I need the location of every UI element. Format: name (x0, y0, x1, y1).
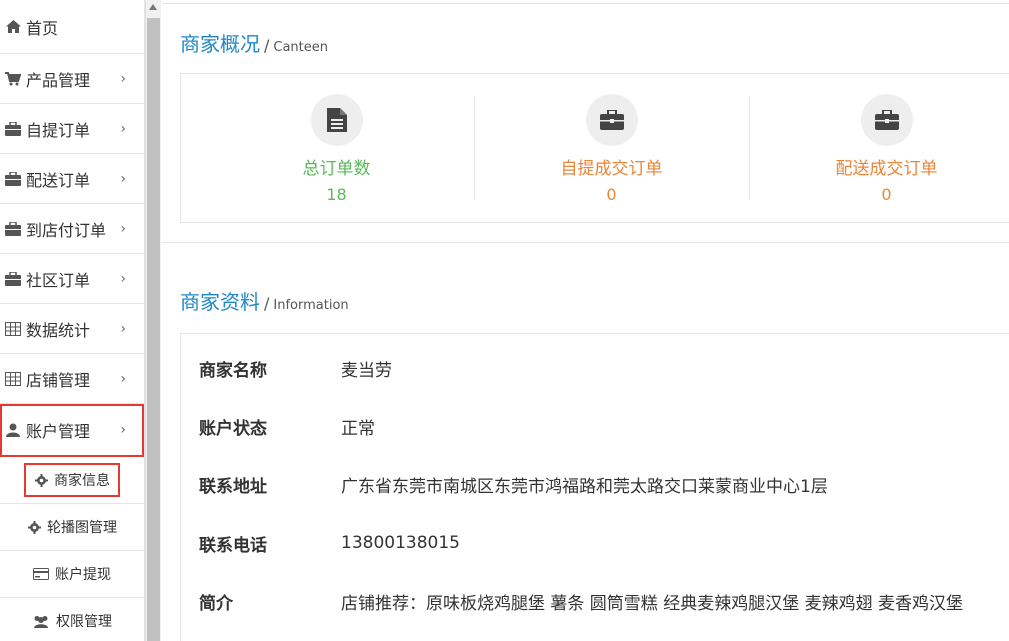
sidebar-item-community-orders[interactable]: 社区订单 › (0, 254, 144, 304)
sidebar-item-label: 数据统计 (26, 320, 91, 340)
sidebar-item-label: 账户管理 (26, 422, 91, 441)
credit-card-icon (33, 567, 49, 581)
briefcase-icon (4, 271, 22, 287)
stats-panel: 总订单数 18 自提成交订单 0 配送成交订单 0 (180, 73, 1009, 223)
chevron-right-icon: › (120, 220, 126, 237)
submenu-item-label: 权限管理 (56, 614, 112, 630)
chevron-right-icon: › (120, 270, 126, 287)
sidebar-item-label: 产品管理 (26, 70, 91, 90)
info-title: 商家资料 / Information (180, 290, 349, 314)
gear-icon (34, 473, 48, 487)
stat-label: 自提成交订单 (560, 159, 663, 179)
sidebar-item-label: 社区订单 (26, 270, 91, 290)
briefcase-icon (585, 94, 638, 146)
info-row-status: 账户状态 正常 (199, 418, 375, 439)
stat-value: 0 (881, 185, 892, 204)
document-icon (310, 94, 363, 146)
info-row-intro: 简介 店铺推荐：原味板烧鸡腿堡 薯条 圆筒雪糕 经典麦辣鸡腿汉堡 麦辣鸡翅 麦香… (199, 593, 964, 614)
sidebar-item-label: 自提订单 (26, 120, 91, 140)
sidebar-item-products[interactable]: 产品管理 › (0, 54, 144, 104)
stat-pickup-orders: 自提成交订单 0 (474, 74, 749, 222)
cart-icon (4, 71, 22, 87)
sidebar-item-statistics[interactable]: 数据统计 › (0, 304, 144, 354)
chevron-right-icon: › (120, 120, 126, 137)
chevron-right-icon: › (120, 422, 126, 438)
info-row-address: 联系地址 广东省东莞市南城区东莞市鸿福路和莞太路交口莱蒙商业中心1层 (199, 476, 828, 497)
briefcase-icon (4, 171, 22, 187)
table-icon (4, 371, 22, 387)
stat-value: 0 (606, 185, 617, 204)
stat-value: 18 (326, 185, 347, 204)
submenu-item-permissions[interactable]: 权限管理 (0, 598, 144, 641)
info-panel: 商家名称 麦当劳 账户状态 正常 联系地址 广东省东莞市南城区东莞市鸿福路和莞太… (180, 333, 1009, 641)
chevron-right-icon: › (120, 320, 126, 337)
briefcase-icon (860, 94, 913, 146)
sidebar-item-label: 到店付订单 (26, 220, 107, 240)
sidebar-item-delivery-orders[interactable]: 配送订单 › (0, 154, 144, 204)
sidebar-item-account-management[interactable]: 账户管理 › (0, 404, 144, 457)
submenu-item-withdraw[interactable]: 账户提现 (0, 551, 144, 598)
user-icon (4, 422, 22, 438)
sidebar-item-label: 店铺管理 (26, 370, 91, 390)
account-submenu: 商家信息 轮播图管理 账户提现 权限管理 (0, 457, 144, 641)
submenu-item-label: 轮播图管理 (47, 520, 117, 536)
briefcase-icon (4, 121, 22, 137)
sidebar-item-home[interactable]: 首页 (0, 0, 144, 54)
submenu-item-merchant-info[interactable]: 商家信息 (0, 457, 144, 504)
sidebar: 首页 产品管理 › 自提订单 › 配送订单 › 到店付订单 › 社区订单 › 数… (0, 0, 145, 641)
info-row-phone: 联系电话 13800138015 (199, 533, 460, 556)
stat-label: 总订单数 (302, 159, 371, 179)
main-content: 商家概况/Canteen 总订单数 18 自提成交订单 0 配送成交订单 0 (162, 0, 1009, 641)
stat-delivery-orders: 配送成交订单 0 (749, 74, 1009, 222)
submenu-item-label: 商家信息 (54, 473, 110, 489)
sidebar-item-instore-orders[interactable]: 到店付订单 › (0, 204, 144, 254)
info-row-name: 商家名称 麦当劳 (199, 360, 392, 381)
overview-title: 商家概况 / Canteen (180, 32, 329, 56)
gear-icon (27, 520, 41, 534)
sidebar-item-label: 配送订单 (26, 170, 91, 190)
scrollbar-thumb[interactable] (147, 18, 160, 641)
submenu-item-label: 账户提现 (55, 567, 111, 583)
sidebar-item-label: 首页 (26, 18, 59, 38)
scroll-up-arrow-icon[interactable] (149, 4, 157, 10)
sidebar-item-pickup-orders[interactable]: 自提订单 › (0, 104, 144, 154)
stat-total-orders: 总订单数 18 (199, 74, 474, 222)
submenu-item-carousel[interactable]: 轮播图管理 (0, 504, 144, 551)
sidebar-scrollbar[interactable] (145, 0, 161, 641)
home-icon (4, 19, 22, 35)
users-icon (32, 614, 50, 628)
stat-label: 配送成交订单 (835, 159, 938, 179)
briefcase-icon (4, 221, 22, 237)
chevron-right-icon: › (120, 70, 126, 87)
sidebar-item-store-management[interactable]: 店铺管理 › (0, 354, 144, 404)
chevron-right-icon: › (120, 370, 126, 387)
chevron-right-icon: › (120, 170, 126, 187)
table-icon (4, 321, 22, 337)
